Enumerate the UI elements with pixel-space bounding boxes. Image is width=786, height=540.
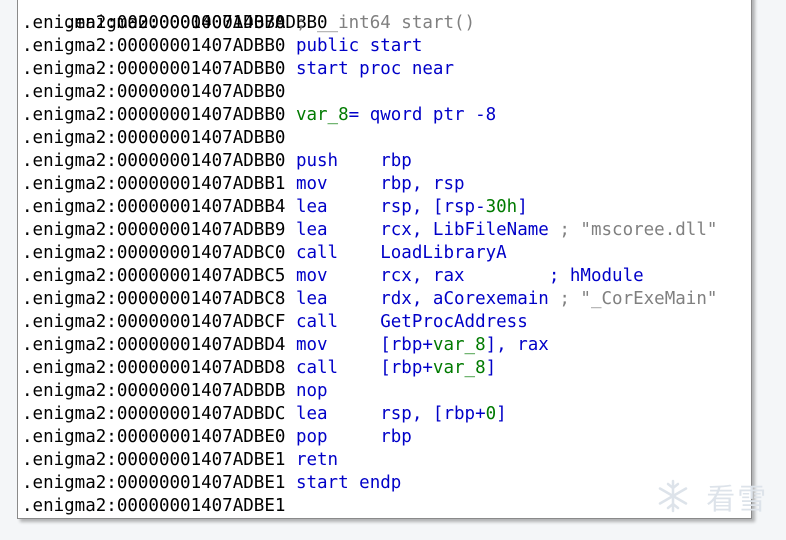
listing-line[interactable]: .enigma2:00000001407ADBB4 lea rsp, [rsp-… — [22, 196, 528, 219]
line-address: .enigma2:00000001407ADBB0 — [22, 13, 286, 33]
line-address: .enigma2:00000001407ADBE1 — [22, 450, 286, 470]
line-token — [285, 220, 296, 240]
line-token: var_8 — [432, 335, 486, 355]
line-token: public start — [295, 36, 423, 56]
line-address: .enigma2:00000001407ADBC0 — [22, 243, 286, 263]
line-token: ] — [485, 358, 497, 378]
line-token — [285, 312, 296, 332]
listing-line[interactable]: .enigma2:00000001407ADBDB nop — [22, 380, 328, 403]
line-token: pop rbp — [295, 427, 412, 447]
line-address: .enigma2:00000001407ADBB0 — [22, 36, 286, 56]
line-address: .enigma2:00000001407ADBC5 — [22, 266, 286, 286]
line-token: ; __int64 start() — [285, 13, 476, 33]
line-token: mov rcx, rax ; hModule — [295, 266, 644, 286]
line-address: .enigma2:00000001407ADBB0 — [22, 82, 286, 102]
line-token: ] — [496, 404, 507, 424]
listing-line[interactable]: .enigma2:00000001407ADBB0 start proc nea… — [22, 58, 454, 81]
listing-line[interactable]: .enigma2:00000001407ADBC8 lea rdx, aCore… — [22, 288, 717, 311]
listing-line-partial[interactable]: .enigma2:00000001407ADBB0 — [22, 0, 327, 33]
listing-line[interactable]: .enigma2:00000001407ADBB0 — [22, 127, 285, 150]
line-token — [285, 404, 296, 424]
watermark-text: 看雪 — [706, 482, 769, 516]
line-token: ], rax — [485, 335, 549, 355]
listing-line[interactable]: .enigma2:00000001407ADBB0 var_8= qword p… — [22, 104, 496, 127]
line-token: lea rsp, [rbp+ — [295, 404, 486, 424]
line-address: .enigma2:00000001407ADBB0 — [22, 128, 286, 148]
line-token: push rbp — [295, 151, 412, 171]
listing-line[interactable]: .enigma2:00000001407ADBE1 — [22, 495, 285, 518]
listing-line[interactable]: .enigma2:00000001407ADBE1 retn — [22, 449, 338, 472]
line-token — [285, 381, 296, 401]
line-address: .enigma2:00000001407ADBE1 — [22, 496, 286, 516]
line-address: .enigma2:00000001407ADBE0 — [22, 427, 286, 447]
line-token — [285, 59, 296, 79]
line-address: .enigma2:00000001407ADBDB — [22, 381, 286, 401]
snowflake-icon — [655, 478, 691, 524]
line-address: .enigma2:00000001407ADBB0 — [22, 105, 286, 125]
line-address: .enigma2:00000001407ADBB0 — [22, 59, 286, 79]
line-token: lea rdx, aCorexemain — [295, 289, 560, 309]
line-token: nop — [295, 381, 328, 401]
line-address: .enigma2:00000001407ADBB9 — [22, 220, 286, 240]
line-token: ; "mscoree.dll" — [559, 220, 718, 240]
disassembly-listing[interactable]: .enigma2:00000001407ADBB0 .enigma2:00000… — [17, 0, 752, 519]
line-token: lea rsp, [rsp- — [295, 197, 486, 217]
line-token: call LoadLibraryA — [295, 243, 507, 263]
line-token — [285, 473, 296, 493]
line-token — [285, 243, 296, 263]
listing-line[interactable]: .enigma2:00000001407ADBB0 public start — [22, 35, 422, 58]
watermark: 看雪 — [655, 478, 768, 518]
listing-line[interactable]: .enigma2:00000001407ADBB0 ; __int64 star… — [22, 12, 475, 35]
line-token — [285, 266, 296, 286]
listing-line[interactable]: .enigma2:00000001407ADBCF call GetProcAd… — [22, 311, 528, 334]
line-token — [285, 335, 296, 355]
line-address: .enigma2:00000001407ADBB0 — [22, 151, 286, 171]
line-token — [285, 358, 296, 378]
line-token: start proc near — [295, 59, 454, 79]
line-address: .enigma2:00000001407ADBB1 — [22, 174, 286, 194]
listing-line[interactable]: .enigma2:00000001407ADBD8 call [rbp+var_… — [22, 357, 496, 380]
line-token — [285, 289, 296, 309]
listing-line[interactable]: .enigma2:00000001407ADBB0 — [22, 81, 285, 104]
listing-line[interactable]: .enigma2:00000001407ADBE1 start endp — [22, 472, 401, 495]
line-token: var_8 — [295, 105, 349, 125]
line-address: .enigma2:00000001407ADBB4 — [22, 197, 286, 217]
line-token — [285, 151, 296, 171]
line-token: 0 — [485, 404, 497, 424]
listing-line[interactable]: .enigma2:00000001407ADBD4 mov [rbp+var_8… — [22, 334, 549, 357]
line-token — [285, 36, 296, 56]
line-token: 30h — [485, 197, 518, 217]
line-token: call [rbp+ — [295, 358, 433, 378]
listing-line[interactable]: .enigma2:00000001407ADBC5 mov rcx, rax ;… — [22, 265, 644, 288]
line-address: .enigma2:00000001407ADBD8 — [22, 358, 286, 378]
line-token: call GetProcAddress — [295, 312, 528, 332]
line-address: .enigma2:00000001407ADBDC — [22, 404, 286, 424]
line-token: lea rcx, LibFileName — [295, 220, 560, 240]
listing-line[interactable]: .enigma2:00000001407ADBC0 call LoadLibra… — [22, 242, 507, 265]
line-token — [285, 427, 296, 447]
line-token — [285, 105, 296, 125]
line-token: mov rbp, rsp — [295, 174, 465, 194]
line-token: = qword ptr -8 — [348, 105, 497, 125]
line-token: ; "_CorExeMain" — [559, 289, 718, 309]
listing-line[interactable]: .enigma2:00000001407ADBE0 pop rbp — [22, 426, 412, 449]
line-token: mov [rbp+ — [295, 335, 433, 355]
line-token: retn — [295, 450, 339, 470]
line-token — [285, 197, 296, 217]
line-address: .enigma2:00000001407ADBCF — [22, 312, 286, 332]
listing-line[interactable]: .enigma2:00000001407ADBB1 mov rbp, rsp — [22, 173, 465, 196]
line-token — [285, 450, 296, 470]
listing-line[interactable]: .enigma2:00000001407ADBB9 lea rcx, LibFi… — [22, 219, 717, 242]
line-token: ] — [517, 197, 528, 217]
line-token — [285, 174, 296, 194]
line-token: start endp — [295, 473, 402, 493]
line-address: .enigma2:00000001407ADBC8 — [22, 289, 286, 309]
line-address: .enigma2:00000001407ADBE1 — [22, 473, 286, 493]
listing-line[interactable]: .enigma2:00000001407ADBDC lea rsp, [rbp+… — [22, 403, 507, 426]
listing-line[interactable]: .enigma2:00000001407ADBB0 push rbp — [22, 150, 412, 173]
line-token: var_8 — [432, 358, 486, 378]
line-address: .enigma2:00000001407ADBD4 — [22, 335, 286, 355]
